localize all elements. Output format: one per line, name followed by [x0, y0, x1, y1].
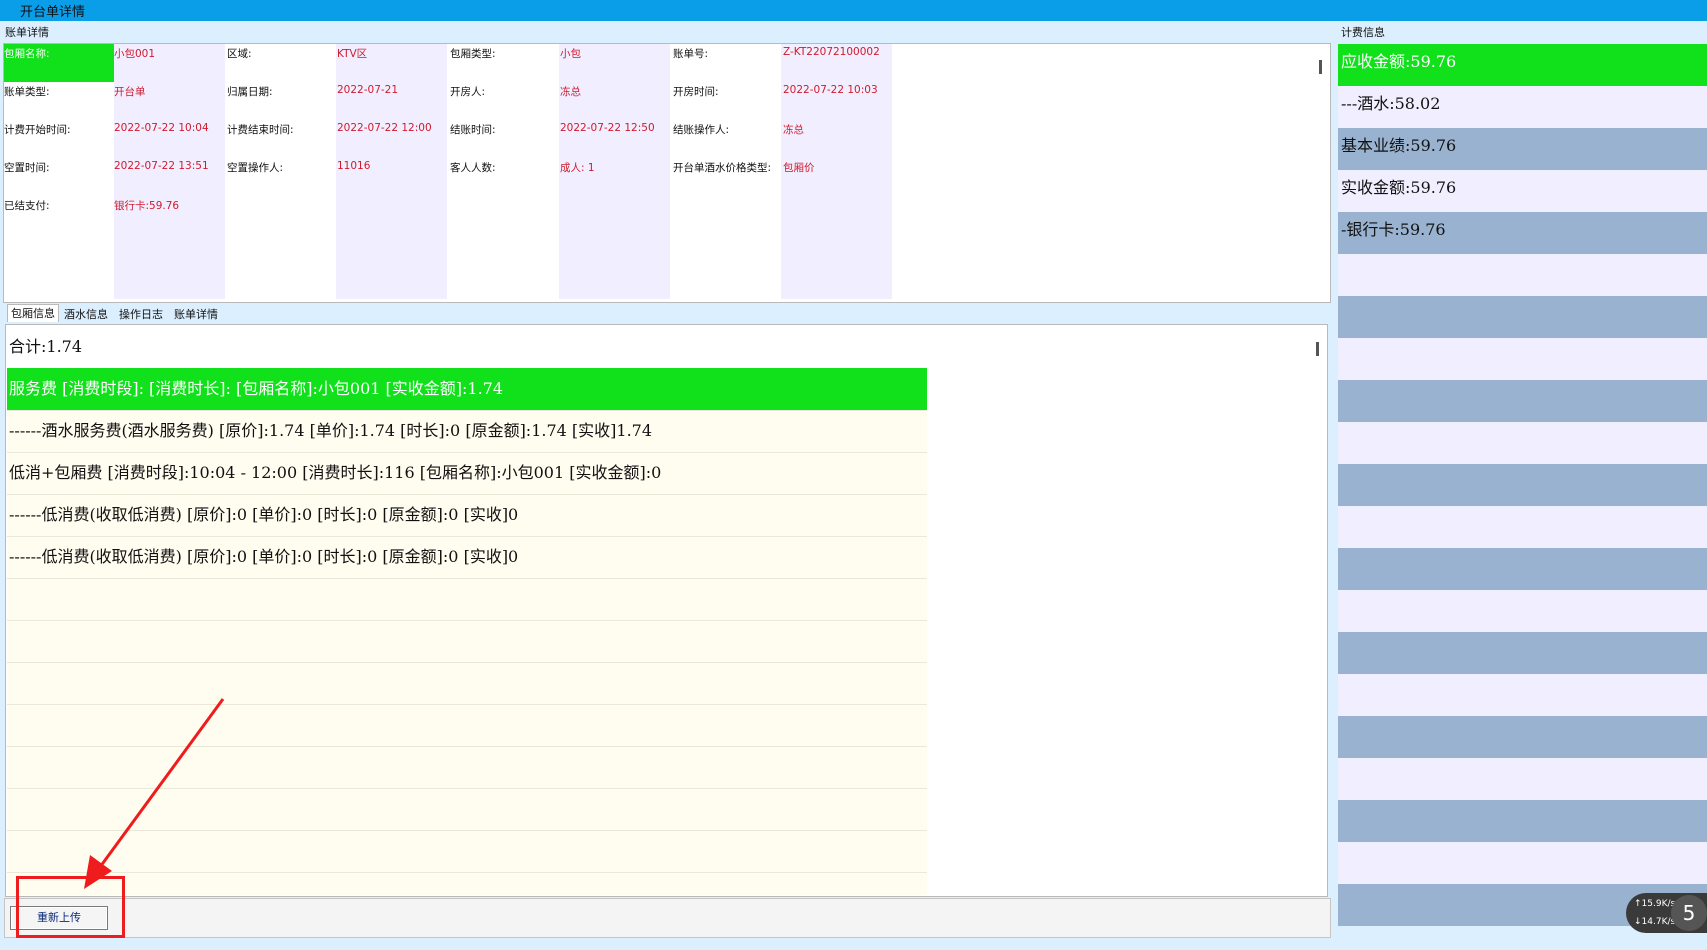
list-item[interactable]: 低消+包厢费 [消费时段]:10:04 - 12:00 [消费时长]:116 [… [7, 452, 927, 495]
list-item-total: 合计:1.74 [7, 326, 927, 369]
bill-field-label: 包厢名称: [4, 48, 50, 60]
fee-row-empty [1338, 254, 1707, 296]
bill-field-value: 包厢价 [783, 162, 815, 174]
fee-row-empty [1338, 590, 1707, 632]
bill-field-label: 结账操作人: [673, 124, 730, 136]
bill-field-value: 冻总 [560, 86, 581, 98]
fee-row-empty [1338, 464, 1707, 506]
bill-field-label: 开房时间: [673, 86, 719, 98]
bill-field-label: 账单类型: [4, 86, 50, 98]
bill-field-value: KTV区 [337, 48, 368, 60]
bill-field-label: 空置操作人: [227, 162, 284, 174]
bill-field-value: 2022-07-22 10:04 [114, 122, 209, 134]
bill-field-value: 11016 [337, 160, 371, 172]
list-item-service-fee[interactable]: 服务费 [消费时段]: [消费时长]: [包厢名称]:小包001 [实收金额]:… [7, 368, 927, 411]
bill-field-value: 2022-07-22 13:51 [114, 160, 209, 172]
bill-field-value: Z-KT22072100002 [783, 46, 880, 58]
bill-field-value: 小包 [560, 48, 581, 60]
fee-row-receivable: 应收金额:59.76 [1338, 44, 1707, 86]
bill-field-value: 2022-07-22 12:00 [337, 122, 432, 134]
fee-row-empty [1338, 548, 1707, 590]
tab-drinks-info[interactable]: 酒水信息 [64, 306, 108, 322]
bill-field-value: 开台单 [114, 86, 146, 98]
list-item[interactable]: ------低消费(收取低消费) [原价]:0 [单价]:0 [时长]:0 [原… [7, 494, 927, 537]
network-speed-widget[interactable]: ↑15.9K/s ↓14.7K/s 5 [1626, 893, 1707, 933]
bill-field-label: 开房人: [450, 86, 486, 98]
fee-row-empty [1338, 674, 1707, 716]
bill-field-value: 成人: 1 [560, 162, 595, 174]
fee-row-base-performance: 基本业绩:59.76 [1338, 128, 1707, 170]
fee-info-panel: 应收金额:59.76 ---酒水:58.02 基本业绩:59.76 实收金额:5… [1338, 44, 1707, 937]
download-speed: ↓14.7K/s [1634, 917, 1676, 927]
fee-row-received: 实收金额:59.76 [1338, 170, 1707, 212]
fee-row-empty [1338, 422, 1707, 464]
bill-field-label: 计费开始时间: [4, 124, 71, 136]
bill-field-value: 2022-07-22 10:03 [783, 84, 878, 96]
fee-info-section-label: 计费信息 [1341, 26, 1385, 39]
fee-row-empty [1338, 842, 1707, 884]
fee-row-empty [1338, 380, 1707, 422]
bill-field-label: 计费结束时间: [227, 124, 294, 136]
bill-field-value: 银行卡:59.76 [114, 200, 180, 212]
fee-row-empty [1338, 758, 1707, 800]
list-item[interactable]: ------酒水服务费(酒水服务费) [原价]:1.74 [单价]:1.74 [… [7, 410, 927, 453]
network-badge: 5 [1671, 895, 1707, 931]
fee-row-empty [1338, 506, 1707, 548]
bill-field-value: 冻总 [783, 124, 804, 136]
list-item-empty [7, 578, 927, 621]
bill-detail-scrollbar[interactable] [1319, 60, 1322, 74]
tab-operation-log[interactable]: 操作日志 [119, 306, 163, 322]
fee-row-bank-card: -银行卡:59.76 [1338, 212, 1707, 254]
window-title: 开台单详情 [20, 5, 86, 20]
bill-field-label: 归属日期: [227, 86, 273, 98]
room-info-scrollbar[interactable] [1316, 342, 1319, 356]
fee-row-empty [1338, 296, 1707, 338]
fee-row-empty [1338, 716, 1707, 758]
bill-field-value: 小包001 [114, 48, 156, 60]
list-item-empty [7, 620, 927, 663]
fee-row-empty [1338, 800, 1707, 842]
annotation-arrow [84, 698, 225, 889]
list-item[interactable]: ------低消费(收取低消费) [原价]:0 [单价]:0 [时长]:0 [原… [7, 536, 927, 579]
fee-row-empty [1338, 338, 1707, 380]
tab-room-info[interactable]: 包厢信息 [7, 304, 59, 322]
window-title-bar: 开台单详情 [0, 0, 1707, 21]
bill-detail-section-label: 账单详情 [5, 26, 49, 39]
bill-field-label: 账单号: [673, 48, 709, 60]
bottom-action-bar [4, 898, 1331, 938]
upload-speed: ↑15.9K/s [1634, 899, 1676, 909]
bill-field-label: 结账时间: [450, 124, 496, 136]
bill-field-value: 2022-07-22 12:50 [560, 122, 655, 134]
bill-field-label: 开台单酒水价格类型: [673, 162, 772, 174]
bill-field-label: 区域: [227, 48, 252, 60]
bill-field-value: 2022-07-21 [337, 84, 399, 96]
bill-field-label: 已结支付: [4, 200, 50, 212]
tab-bill-detail[interactable]: 账单详情 [174, 306, 218, 322]
bill-field-label: 包厢类型: [450, 48, 496, 60]
fee-row-empty [1338, 632, 1707, 674]
fee-row-drinks: ---酒水:58.02 [1338, 86, 1707, 128]
bill-field-label: 客人人数: [450, 162, 496, 174]
list-empty-area [927, 326, 1309, 895]
bill-field-label: 空置时间: [4, 162, 50, 174]
